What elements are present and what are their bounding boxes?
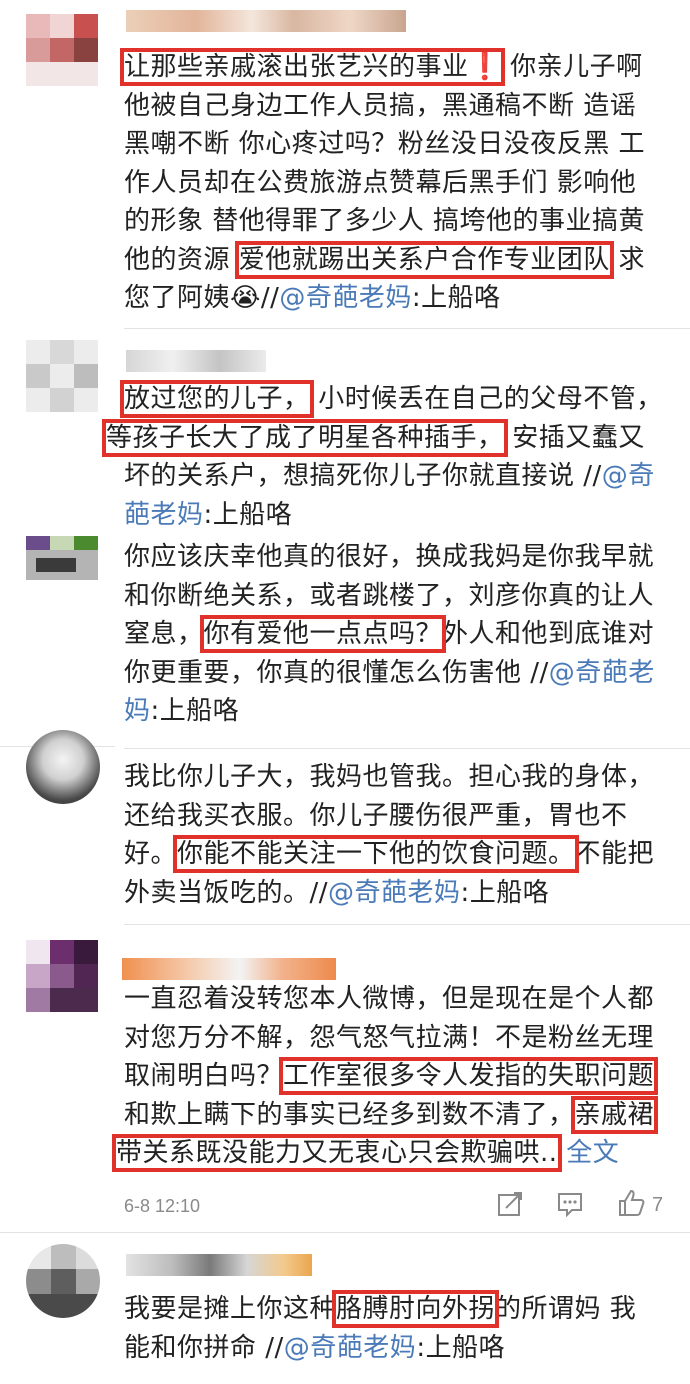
full-text-link[interactable]: 全文 bbox=[558, 1138, 620, 1168]
avatar[interactable] bbox=[26, 730, 100, 804]
mention-link[interactable]: @奇葩老妈 bbox=[279, 283, 412, 313]
comment-text: 我要是摊上你这种胳膊肘向外拐的所谓妈 我 能和你拼命 //@奇葩老妈:上船咯 bbox=[124, 1290, 637, 1363]
highlight-box: 爱他就踢出关系户合作专业团队 bbox=[234, 240, 614, 279]
highlight-box: 你能不能关注一下他的饮食问题。 bbox=[173, 835, 579, 873]
highlight-box: 胳膊肘向外拐 bbox=[332, 1290, 500, 1328]
divider bbox=[124, 328, 690, 329]
avatar-blurred[interactable] bbox=[26, 1244, 100, 1318]
highlight-box: 放过您的儿子， bbox=[120, 380, 314, 418]
comment-icon[interactable] bbox=[556, 1190, 584, 1223]
username-blurred[interactable] bbox=[126, 10, 406, 32]
mention-link[interactable]: @奇 bbox=[602, 461, 655, 491]
mention-link[interactable]: 葩老妈 bbox=[124, 500, 204, 530]
comment-text: 一直忍着没转您本人微博，但是现在是个人都 对您万分不解，怨气怒气拉满！不是粉丝无… bbox=[112, 984, 659, 1172]
avatar-blurred[interactable] bbox=[26, 940, 98, 1012]
divider bbox=[124, 748, 690, 749]
like-count: 7 bbox=[652, 1194, 664, 1216]
timestamp: 6-8 12:10 bbox=[124, 1196, 201, 1216]
comment-text: 放过您的儿子， 小时候丢在自己的父母不管， 等孩子长大了成了明星各种插手， 安插… bbox=[102, 380, 663, 530]
avatar-blurred[interactable] bbox=[26, 14, 98, 86]
mention-link[interactable]: @奇葩老妈 bbox=[328, 878, 461, 908]
mention-link[interactable]: @奇葩老 bbox=[549, 658, 655, 688]
highlight-box: 让那些亲戚滚出张艺兴的事业❗ bbox=[119, 48, 506, 86]
highlight-box: 亲戚裙 bbox=[570, 1095, 659, 1134]
divider bbox=[124, 924, 690, 925]
username-blurred[interactable] bbox=[126, 1254, 312, 1276]
share-icon[interactable] bbox=[496, 1190, 524, 1223]
comment-text: 你应该庆幸他真的很好，换成我妈是你我早就 和你断绝关系，或者跳楼了，刘彦你真的让… bbox=[124, 542, 655, 726]
mention-link[interactable]: @奇葩老妈 bbox=[284, 1333, 417, 1363]
comment-text: 让那些亲戚滚出张艺兴的事业❗ 你亲儿子啊 他被自己身边工作人员搞，黑通稿不断 造… bbox=[119, 48, 646, 313]
thumbs-up-icon[interactable] bbox=[616, 1188, 646, 1223]
divider bbox=[0, 1232, 690, 1233]
mention-link[interactable]: 妈 bbox=[124, 696, 151, 726]
username-blurred[interactable] bbox=[122, 958, 336, 980]
username-blurred[interactable] bbox=[126, 350, 266, 372]
avatar-blurred[interactable] bbox=[26, 536, 98, 580]
highlight-box: 带关系既没能力又无衷心只会欺骗哄.. bbox=[112, 1134, 562, 1172]
comment-text: 我比你儿子大，我妈也管我。担心我的身体， 还给我买衣服。你儿子腰伤很严重，胃也不… bbox=[124, 762, 655, 908]
highlight-box: 等孩子长大了成了明星各种插手， bbox=[102, 418, 508, 457]
highlight-box: 你有爱他一点点吗？ bbox=[199, 615, 447, 653]
highlight-box: 工作室很多令人发指的失职问题 bbox=[279, 1057, 659, 1095]
avatar-blurred[interactable] bbox=[26, 340, 98, 412]
